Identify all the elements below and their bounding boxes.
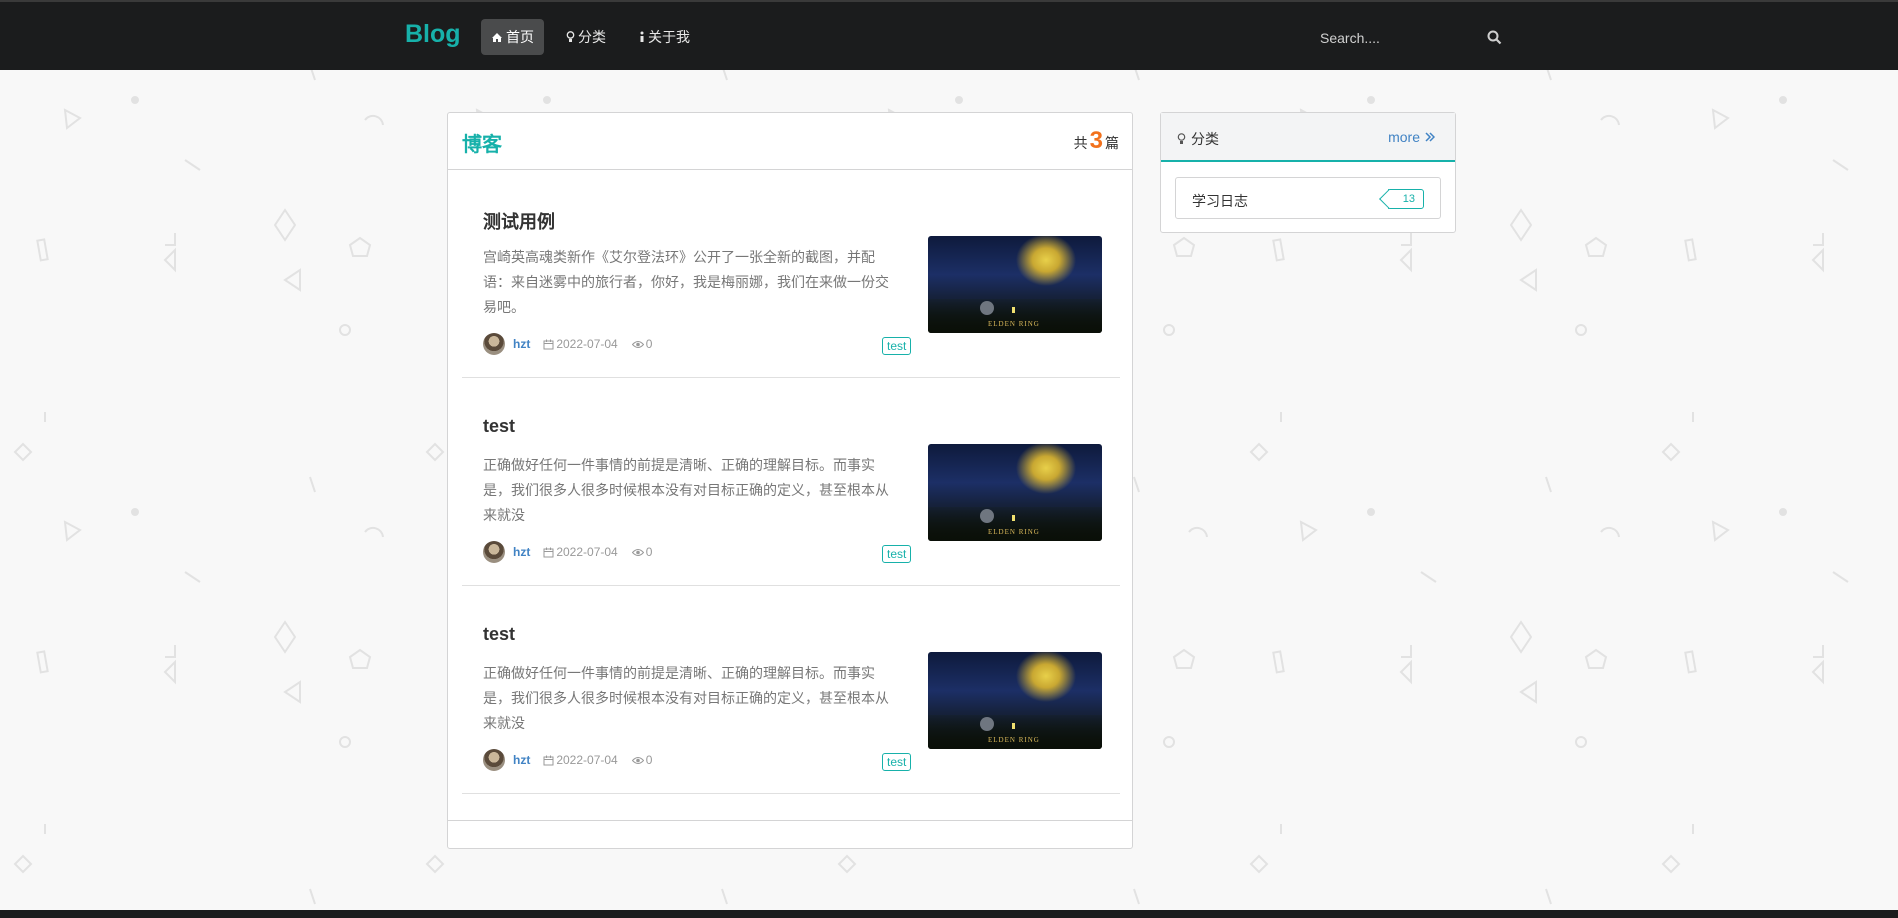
post-tag[interactable]: test (882, 337, 912, 355)
post-meta: hzt 2022-07-04 0 (483, 541, 666, 563)
post-tag[interactable]: test (882, 753, 912, 771)
nav-item-about[interactable]: 关于我 (629, 19, 700, 55)
avatar[interactable] (483, 333, 505, 355)
page-title: 博客 (462, 134, 502, 156)
nav-item-label: 首页 (506, 29, 534, 45)
thumbnail-figure (980, 717, 994, 731)
thumbnail-light (1012, 307, 1015, 313)
category-item[interactable]: 学习日志 13 (1175, 177, 1441, 219)
calendar-icon (543, 339, 554, 349)
category-card-header: 分类 more (1161, 113, 1455, 162)
post-meta: hzt 2022-07-04 0 (483, 749, 666, 771)
footer-bar (0, 910, 1898, 918)
total-count: 3 (1089, 127, 1103, 154)
category-name: 学习日志 (1192, 193, 1248, 209)
post-total: 共 3 篇 (1074, 127, 1119, 155)
post-date-text: 2022-07-04 (556, 337, 618, 351)
post-description: 正确做好任何一件事情的前提是清晰、正确的理解目标。而事实是，我们很多人很多时候根… (483, 665, 889, 731)
post-views-count: 0 (645, 337, 653, 351)
home-icon (492, 33, 502, 42)
post-date-text: 2022-07-04 (556, 545, 618, 559)
thumbnail-figure (980, 301, 994, 315)
blog-list-card: 博客 共 3 篇 测试用例 宫崎英高魂类新作《艾尔登法环》公开了一张全新的截图，… (447, 112, 1133, 849)
post-item[interactable]: 测试用例 宫崎英高魂类新作《艾尔登法环》公开了一张全新的截图，并配语：来自迷雾中… (462, 170, 1120, 378)
post-thumbnail[interactable]: ELDEN RING (928, 652, 1102, 749)
post-author[interactable]: hzt (513, 753, 530, 767)
post-views-count: 0 (645, 545, 653, 559)
post-tag[interactable]: test (882, 545, 912, 563)
total-suffix: 篇 (1105, 135, 1119, 151)
more-link[interactable]: more (1388, 129, 1435, 145)
search-box (1310, 23, 1510, 53)
post-views-count: 0 (645, 753, 653, 767)
calendar-icon (543, 755, 554, 765)
search-input[interactable] (1310, 23, 1470, 53)
eye-icon (631, 756, 644, 764)
avatar[interactable] (483, 749, 505, 771)
double-chevron-right-icon (1425, 132, 1435, 142)
post-thumbnail[interactable]: ELDEN RING (928, 444, 1102, 541)
top-navbar: Blog 首页 分类 关于我 (0, 0, 1898, 70)
nav-item-home[interactable]: 首页 (481, 19, 544, 55)
lightbulb-icon (566, 31, 575, 42)
thumbnail-light (1012, 515, 1015, 521)
nav-item-category[interactable]: 分类 (556, 19, 616, 55)
calendar-icon (543, 547, 554, 557)
post-views: 0 (631, 753, 653, 767)
thumbnail-light (1012, 723, 1015, 729)
post-views: 0 (631, 337, 653, 351)
post-title[interactable]: test (483, 416, 515, 437)
thumbnail-caption: ELDEN RING (988, 320, 1040, 328)
post-description: 正确做好任何一件事情的前提是清晰、正确的理解目标。而事实是，我们很多人很多时候根… (483, 457, 889, 523)
post-item[interactable]: test 正确做好任何一件事情的前提是清晰、正确的理解目标。而事实是，我们很多人… (462, 586, 1120, 794)
total-prefix: 共 (1073, 135, 1088, 151)
post-date: 2022-07-04 (543, 545, 618, 559)
eye-icon (631, 548, 644, 556)
post-title[interactable]: 测试用例 (483, 208, 555, 234)
post-date: 2022-07-04 (543, 753, 618, 767)
thumbnail-figure (980, 509, 994, 523)
category-card: 分类 more 学习日志 13 (1160, 112, 1456, 233)
more-link-label: more (1388, 129, 1420, 145)
post-item[interactable]: test 正确做好任何一件事情的前提是清晰、正确的理解目标。而事实是，我们很多人… (462, 378, 1120, 586)
post-meta: hzt 2022-07-04 0 (483, 333, 666, 355)
category-title: 分类 (1177, 129, 1219, 149)
blog-list-header: 博客 共 3 篇 (448, 113, 1132, 170)
nav-item-label: 关于我 (648, 29, 690, 45)
search-icon[interactable] (1487, 30, 1502, 45)
category-title-text: 分类 (1191, 131, 1219, 147)
pagination-divider (448, 820, 1132, 821)
post-date-text: 2022-07-04 (556, 753, 618, 767)
thumbnail-caption: ELDEN RING (988, 736, 1040, 744)
post-author[interactable]: hzt (513, 337, 530, 351)
post-views: 0 (631, 545, 653, 559)
eye-icon (631, 340, 644, 348)
post-description: 宫崎英高魂类新作《艾尔登法环》公开了一张全新的截图，并配语：来自迷雾中的旅行者，… (483, 249, 889, 315)
category-count-badge: 13 (1387, 189, 1424, 209)
thumbnail-caption: ELDEN RING (988, 528, 1040, 536)
nav-item-label: 分类 (578, 29, 606, 45)
post-thumbnail[interactable]: ELDEN RING (928, 236, 1102, 333)
post-date: 2022-07-04 (543, 337, 618, 351)
post-author[interactable]: hzt (513, 545, 530, 559)
info-icon (640, 31, 644, 42)
post-title[interactable]: test (483, 624, 515, 645)
brand-logo[interactable]: Blog (405, 20, 461, 49)
lightbulb-icon (1177, 133, 1186, 144)
avatar[interactable] (483, 541, 505, 563)
